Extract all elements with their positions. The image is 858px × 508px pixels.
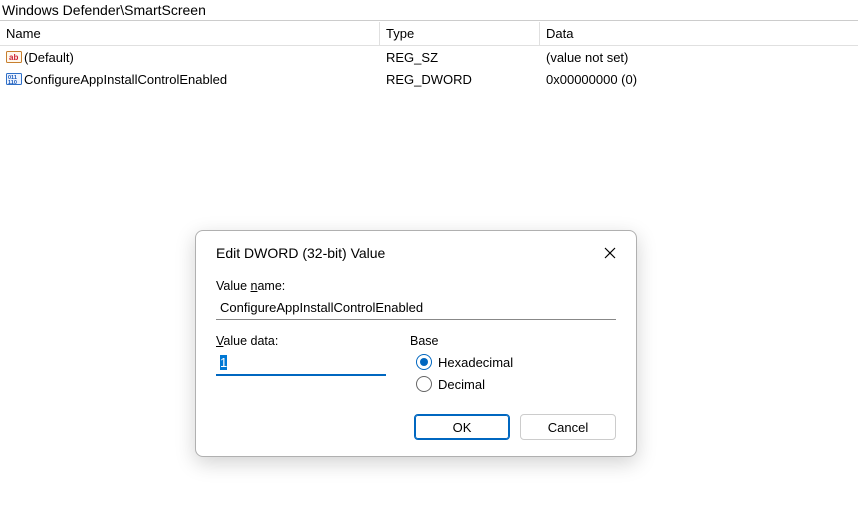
radio-icon	[416, 354, 432, 370]
list-header: Name Type Data	[0, 22, 858, 46]
edit-dword-dialog: Edit DWORD (32-bit) Value Value name: Co…	[195, 230, 637, 457]
base-label: Base	[410, 334, 616, 348]
svg-text:ab: ab	[9, 53, 18, 62]
entry-type: REG_DWORD	[380, 71, 540, 88]
close-icon[interactable]	[598, 241, 622, 265]
entry-data: 0x00000000 (0)	[540, 71, 858, 88]
svg-text:110: 110	[8, 80, 17, 86]
registry-row[interactable]: ab (Default) REG_SZ (value not set)	[0, 46, 858, 68]
value-name-label: Value name:	[216, 279, 616, 293]
reg-dword-icon: 011 110	[6, 71, 22, 87]
value-name-field[interactable]: ConfigureAppInstallControlEnabled	[216, 296, 616, 320]
radio-decimal[interactable]: Decimal	[416, 376, 616, 392]
column-header-data[interactable]: Data	[540, 22, 858, 45]
breadcrumb: Windows Defender\SmartScreen	[0, 0, 858, 21]
entry-data: (value not set)	[540, 49, 858, 66]
registry-row[interactable]: 011 110 ConfigureAppInstallControlEnable…	[0, 68, 858, 90]
value-data-input[interactable]	[216, 351, 386, 376]
registry-list: Name Type Data ab (Default) REG_SZ (valu…	[0, 21, 858, 90]
column-header-type[interactable]: Type	[380, 22, 540, 45]
value-data-label: Value data:	[216, 334, 386, 348]
reg-sz-icon: ab	[6, 49, 22, 65]
entry-type: REG_SZ	[380, 49, 540, 66]
entry-name: (Default)	[24, 50, 74, 65]
radio-icon	[416, 376, 432, 392]
entry-name: ConfigureAppInstallControlEnabled	[24, 72, 227, 87]
ok-button[interactable]: OK	[414, 414, 510, 440]
base-group: Base Hexadecimal Decimal	[410, 334, 616, 392]
cancel-button[interactable]: Cancel	[520, 414, 616, 440]
dialog-title: Edit DWORD (32-bit) Value	[216, 245, 385, 261]
column-header-name[interactable]: Name	[0, 22, 380, 45]
radio-hexadecimal[interactable]: Hexadecimal	[416, 354, 616, 370]
